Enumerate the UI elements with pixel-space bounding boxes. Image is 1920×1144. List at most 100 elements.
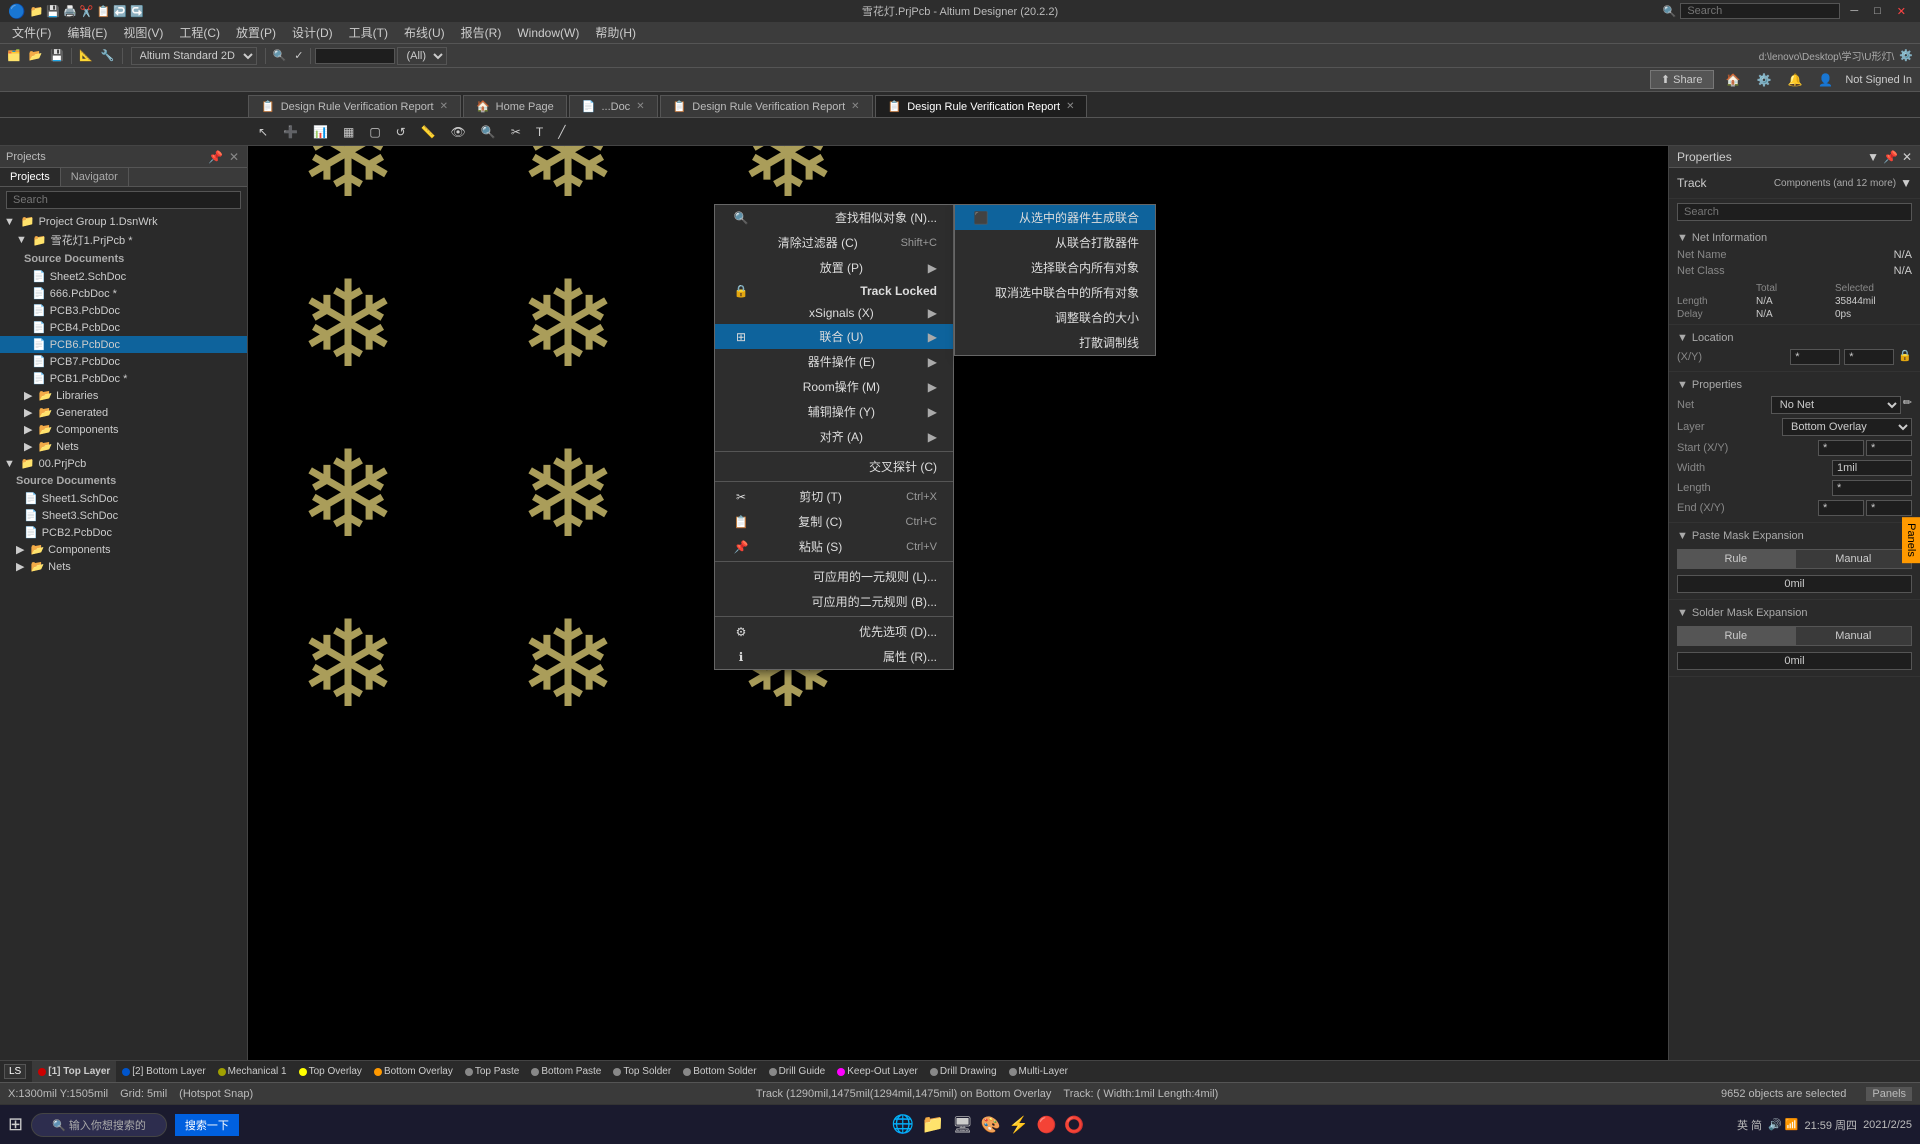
settings-icon[interactable]: ⚙️ [1752, 73, 1775, 87]
canvas-tb-eye[interactable]: 👁 [445, 122, 472, 142]
taskbar-app3[interactable]: 🔴 [1036, 1115, 1056, 1135]
tree-00-prjpcb[interactable]: ▼📁 00.PrjPcb [0, 455, 247, 472]
panel-pin-button[interactable]: 📌 [206, 150, 225, 164]
length-input[interactable] [1832, 480, 1912, 496]
canvas-tb-cut[interactable]: ✂ [505, 122, 527, 142]
taskbar-search[interactable]: 🔍 输入你想搜索的 [31, 1113, 167, 1137]
canvas-tb-line[interactable]: ╱ [552, 122, 571, 142]
tab-navigator[interactable]: Navigator [61, 168, 129, 186]
tree-666[interactable]: 📄666.PcbDoc * [0, 285, 247, 302]
tree-project-group[interactable]: ▼📁 Project Group 1.DsnWrk [0, 213, 247, 230]
layer-select[interactable]: Bottom Overlay [1782, 418, 1912, 436]
windows-start[interactable]: ⊞ [8, 1114, 23, 1135]
paste-mask-header[interactable]: ▼ Paste Mask Expansion [1677, 527, 1912, 545]
tab-doc[interactable]: 📄 ...Doc ✕ [569, 95, 658, 117]
canvas-tb-grid[interactable]: ▦ [337, 122, 360, 142]
canvas-tb-plus[interactable]: ➕ [277, 122, 304, 142]
toolbar-search-icon[interactable]: 🔍 [270, 49, 290, 62]
all-select[interactable]: (All) [397, 47, 447, 65]
taskbar-app1[interactable]: 🎨 [981, 1115, 1001, 1135]
minimize-button[interactable]: ─ [1844, 5, 1864, 18]
canvas-tb-select[interactable]: ▢ [363, 122, 386, 142]
paste-mask-manual-btn[interactable]: Manual [1795, 549, 1913, 569]
layer-drill-draw[interactable]: Drill Drawing [924, 1061, 1003, 1082]
layer-bot-solder[interactable]: Bottom Solder [677, 1061, 762, 1082]
menu-file[interactable]: 文件(F) [4, 22, 59, 44]
menu-project[interactable]: 工程(C) [171, 22, 228, 44]
tab-home[interactable]: 🏠 Home Page [463, 95, 567, 117]
layer-multi[interactable]: Multi-Layer [1003, 1061, 1074, 1082]
solder-mask-rule-btn[interactable]: Rule [1677, 626, 1795, 646]
taskbar-edge[interactable]: 🌐 [891, 1114, 913, 1135]
menu-window[interactable]: Window(W) [509, 22, 587, 44]
paste-mask-value[interactable] [1677, 575, 1912, 593]
taskbar-app2[interactable]: ⚡ [1009, 1115, 1029, 1135]
sub-deselect-all[interactable]: 取消选中联合中的所有对象 [955, 280, 1155, 305]
tab-close-2[interactable]: ✕ [851, 101, 859, 112]
title-search-input[interactable] [1680, 3, 1840, 19]
bell-icon[interactable]: 🔔 [1783, 73, 1806, 87]
sub-create-union[interactable]: ⬛ 从选中的器件生成联合 [955, 205, 1155, 230]
layer-bot-paste[interactable]: Bottom Paste [525, 1061, 607, 1082]
tree-pcb1[interactable]: 📄PCB1.PcbDoc * [0, 370, 247, 387]
menu-edit[interactable]: 编辑(E) [59, 22, 115, 44]
properties-filter-icon[interactable]: ▼ [1867, 150, 1879, 164]
ctx-copy[interactable]: 📋 复制 (C) Ctrl+C [715, 509, 953, 534]
ctx-properties[interactable]: ℹ 属性 (R)... [715, 644, 953, 669]
toolbar-btn-5[interactable]: 🔧 [98, 49, 118, 62]
ctx-comp-ops[interactable]: 器件操作 (E) ▶ [715, 349, 953, 374]
toolbar-btn-4[interactable]: 📐 [76, 49, 96, 62]
start-x-input[interactable] [1818, 440, 1864, 456]
sub-resize-union[interactable]: 调整联合的大小 [955, 305, 1155, 330]
tab-drvr1[interactable]: 📋 Design Rule Verification Report ✕ [248, 95, 461, 117]
solder-mask-manual-btn[interactable]: Manual [1795, 626, 1913, 646]
layer-top[interactable]: [1] Top Layer [32, 1061, 116, 1082]
tree-comp-00[interactable]: ▶📂Components [0, 541, 247, 558]
ctx-cross-probe[interactable]: 交叉探针 (C) [715, 454, 953, 479]
tree-project-1[interactable]: ▼📁 雪花灯1.PrjPcb * [0, 230, 247, 250]
taskbar-app4[interactable]: ⭕ [1064, 1115, 1084, 1135]
ctx-place[interactable]: 放置 (P) ▶ [715, 255, 953, 280]
location-header[interactable]: ▼ Location [1677, 329, 1912, 347]
canvas-tb-measure[interactable]: 📏 [415, 122, 442, 142]
ctx-cut[interactable]: ✂ 剪切 (T) Ctrl+X [715, 484, 953, 509]
tree-pcb3[interactable]: 📄PCB3.PcbDoc [0, 302, 247, 319]
net-select[interactable]: No Net [1771, 396, 1901, 414]
maximize-button[interactable]: □ [1868, 5, 1887, 18]
share-button[interactable]: ⬆ Share [1650, 70, 1714, 89]
menu-design[interactable]: 设计(D) [284, 22, 341, 44]
tree-pcb7[interactable]: 📄PCB7.PcbDoc [0, 353, 247, 370]
layer-bottom[interactable]: [2] Bottom Layer [116, 1061, 211, 1082]
ctx-room-ops[interactable]: Room操作 (M) ▶ [715, 374, 953, 399]
tree-sheet3[interactable]: 📄Sheet3.SchDoc [0, 507, 247, 524]
start-y-input[interactable] [1866, 440, 1912, 456]
tab-drvr3[interactable]: 📋 Design Rule Verification Report ✕ [875, 95, 1088, 117]
toolbar-btn-2[interactable]: 📂 [26, 49, 46, 62]
tab-close-3[interactable]: ✕ [1066, 101, 1074, 112]
ctx-track-locked[interactable]: 🔒 Track Locked [715, 280, 953, 302]
solder-mask-header[interactable]: ▼ Solder Mask Expansion [1677, 604, 1912, 622]
track-filter-icon[interactable]: ▼ [1900, 176, 1912, 190]
menu-report[interactable]: 报告(R) [453, 22, 510, 44]
tree-nets-00[interactable]: ▶📂Nets [0, 558, 247, 575]
toolbar-btn-3[interactable]: 💾 [47, 49, 67, 62]
ctx-paste[interactable]: 📌 粘贴 (S) Ctrl+V [715, 534, 953, 559]
menu-tools[interactable]: 工具(T) [341, 22, 396, 44]
layer-top-paste[interactable]: Top Paste [459, 1061, 525, 1082]
end-x-input[interactable] [1818, 500, 1864, 516]
user-icon[interactable]: 👤 [1814, 73, 1837, 87]
ctx-union[interactable]: ⊞ 联合 (U) ▶ [715, 324, 953, 349]
view-mode-select[interactable]: Altium Standard 2D [131, 47, 257, 65]
not-signed-in-label[interactable]: Not Signed In [1845, 74, 1912, 86]
menu-route[interactable]: 布线(U) [396, 22, 453, 44]
canvas-tb-chart[interactable]: 📊 [307, 122, 334, 142]
taskbar-vscode[interactable]: 🖥 [952, 1115, 972, 1135]
solder-mask-value[interactable] [1677, 652, 1912, 670]
tree-libraries[interactable]: ▶📂Libraries [0, 387, 247, 404]
taskbar-search-btn[interactable]: 搜索一下 [175, 1114, 239, 1136]
end-y-input[interactable] [1866, 500, 1912, 516]
ctx-preferences[interactable]: ⚙ 优先选项 (D)... [715, 619, 953, 644]
ctx-unary-rule[interactable]: 可应用的一元规则 (L)... [715, 564, 953, 589]
canvas-tb-rotate[interactable]: ↺ [390, 122, 412, 142]
paste-mask-rule-btn[interactable]: Rule [1677, 549, 1795, 569]
